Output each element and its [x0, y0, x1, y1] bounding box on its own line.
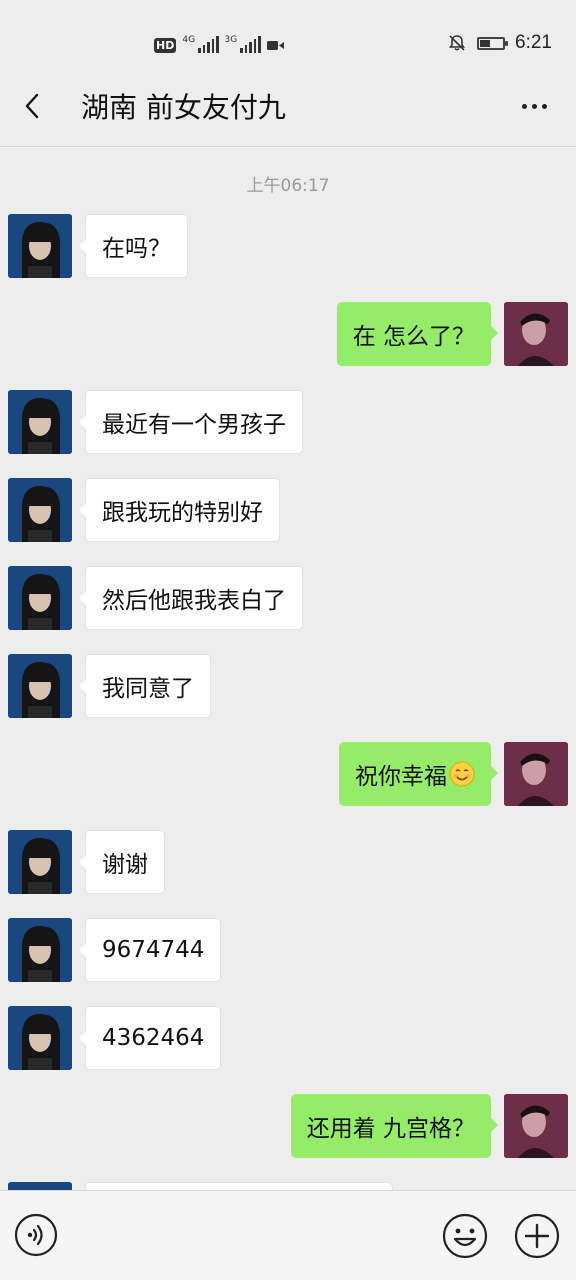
contact-avatar[interactable] — [8, 918, 72, 982]
dot-icon — [541, 103, 547, 109]
message-timestamp: 上午06:17 — [246, 176, 330, 196]
received-message-bubble[interactable]: 跟我玩的特别好 — [79, 478, 280, 542]
status-right: 6:21 — [447, 32, 552, 54]
message-text: 我同意了 — [102, 676, 194, 702]
plus-icon[interactable] — [514, 1213, 560, 1259]
signal-icon-2 — [240, 36, 261, 53]
emoji-icon[interactable] — [442, 1213, 488, 1259]
message-row: 谢谢 — [0, 830, 576, 894]
message-text: 祝你幸福 — [355, 764, 447, 790]
message-text: 谢谢 — [102, 852, 148, 878]
my-avatar[interactable] — [504, 1094, 568, 1158]
sent-message-bubble[interactable]: 在 怎么了？ — [336, 302, 499, 366]
message-row: 在 怎么了？ — [0, 302, 576, 366]
message-row: 最近有一个男孩子 — [0, 390, 576, 454]
contact-avatar[interactable] — [8, 1006, 72, 1070]
message-text: 还用着 九宫格？ — [306, 1116, 475, 1142]
message-text: 跟我玩的特别好 — [102, 500, 263, 526]
smile-emoji-icon — [449, 761, 475, 787]
contact-avatar[interactable] — [8, 478, 72, 542]
sent-message-bubble[interactable]: 还用着 九宫格？ — [290, 1094, 499, 1158]
message-text: 然后他跟我表白了 — [102, 588, 286, 614]
received-message-bubble[interactable]: 在吗？ — [79, 214, 188, 278]
network-4g-label: 4G — [182, 35, 196, 45]
contact-avatar[interactable] — [8, 654, 72, 718]
signal-icon — [198, 36, 219, 53]
message-text: 9674744 — [102, 937, 205, 963]
message-row — [0, 1182, 576, 1190]
chat-screen: HD 4G 3G 6:21 湖南 前女友付九 上午06:17 在吗？ 在 怎么了… — [0, 0, 576, 1280]
my-avatar[interactable] — [504, 742, 568, 806]
message-list[interactable]: 上午06:17 在吗？ 在 怎么了？ 最近有一个男孩子 跟我玩的特别好 然后他跟我表白了… — [0, 147, 576, 1190]
message-row: 祝你幸福 — [0, 742, 576, 806]
contact-avatar[interactable] — [8, 390, 72, 454]
received-message-bubble[interactable]: 最近有一个男孩子 — [79, 390, 303, 454]
message-text: 在吗？ — [102, 236, 171, 262]
message-row: 还用着 九宫格？ — [0, 1094, 576, 1158]
my-avatar[interactable] — [504, 302, 568, 366]
network-3g-label: 3G — [224, 35, 238, 45]
sent-message-bubble[interactable]: 祝你幸福 — [339, 742, 498, 806]
message-row: 9674744 — [0, 918, 576, 982]
message-row: 跟我玩的特别好 — [0, 478, 576, 542]
message-row: 然后他跟我表白了 — [0, 566, 576, 630]
more-options-button[interactable] — [516, 88, 552, 124]
dot-icon — [521, 103, 527, 109]
input-bar — [0, 1190, 576, 1280]
message-text: 4362464 — [102, 1025, 205, 1051]
received-message-bubble[interactable] — [85, 1182, 393, 1190]
chat-header: 湖南 前女友付九 — [0, 66, 576, 147]
message-row: 在吗？ — [0, 214, 576, 278]
dot-icon — [531, 103, 537, 109]
contact-avatar[interactable] — [8, 1182, 72, 1190]
received-message-bubble[interactable]: 我同意了 — [79, 654, 211, 718]
received-message-bubble[interactable]: 谢谢 — [79, 830, 165, 894]
received-message-bubble[interactable]: 然后他跟我表白了 — [79, 566, 303, 630]
message-text: 最近有一个男孩子 — [102, 412, 286, 438]
video-call-icon — [266, 41, 284, 50]
received-message-bubble[interactable]: 4362464 — [78, 1006, 222, 1070]
voice-icon[interactable] — [14, 1213, 58, 1257]
clock: 6:21 — [515, 32, 552, 53]
contact-avatar[interactable] — [8, 566, 72, 630]
message-row: 4362464 — [0, 1006, 576, 1070]
received-message-bubble[interactable]: 9674744 — [78, 918, 222, 982]
notification-off-icon — [448, 35, 466, 51]
contact-avatar[interactable] — [8, 830, 72, 894]
contact-avatar[interactable] — [8, 214, 72, 278]
message-row: 我同意了 — [0, 654, 576, 718]
battery-icon — [477, 36, 509, 50]
message-input[interactable] — [76, 1209, 430, 1263]
message-text: 在 怎么了？ — [352, 324, 475, 350]
hd-badge: HD — [154, 38, 177, 53]
network-indicators: HD 4G 3G — [154, 33, 284, 53]
back-button[interactable] — [14, 88, 50, 124]
chat-title: 湖南 前女友付九 — [81, 91, 286, 124]
chevron-left-icon — [25, 93, 39, 119]
